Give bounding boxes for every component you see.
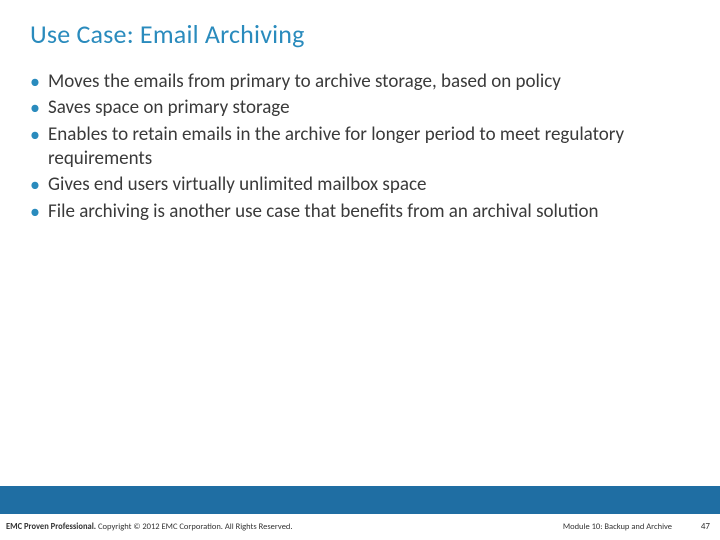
footer-bar [0,486,720,514]
list-item: Moves the emails from primary to archive… [30,70,690,94]
slide-content: Moves the emails from primary to archive… [0,50,720,224]
list-item: Gives end users virtually unlimited mail… [30,173,690,197]
footer-copyright: EMC Proven Professional. Copyright © 201… [6,522,293,532]
footer-brand: EMC Proven Professional. [6,522,96,532]
footer-module: Module 10: Backup and Archive [563,522,672,532]
list-item: Saves space on primary storage [30,96,690,120]
footer-copyright-text: Copyright © 2012 EMC Corporation. All Ri… [96,522,292,532]
slide: Use Case: Email Archiving Moves the emai… [0,0,720,540]
bullet-list: Moves the emails from primary to archive… [30,70,690,224]
slide-title: Use Case: Email Archiving [0,0,720,50]
list-item: Enables to retain emails in the archive … [30,123,690,172]
footer-page-number: 47 [701,521,710,532]
list-item: File archiving is another use case that … [30,200,690,224]
